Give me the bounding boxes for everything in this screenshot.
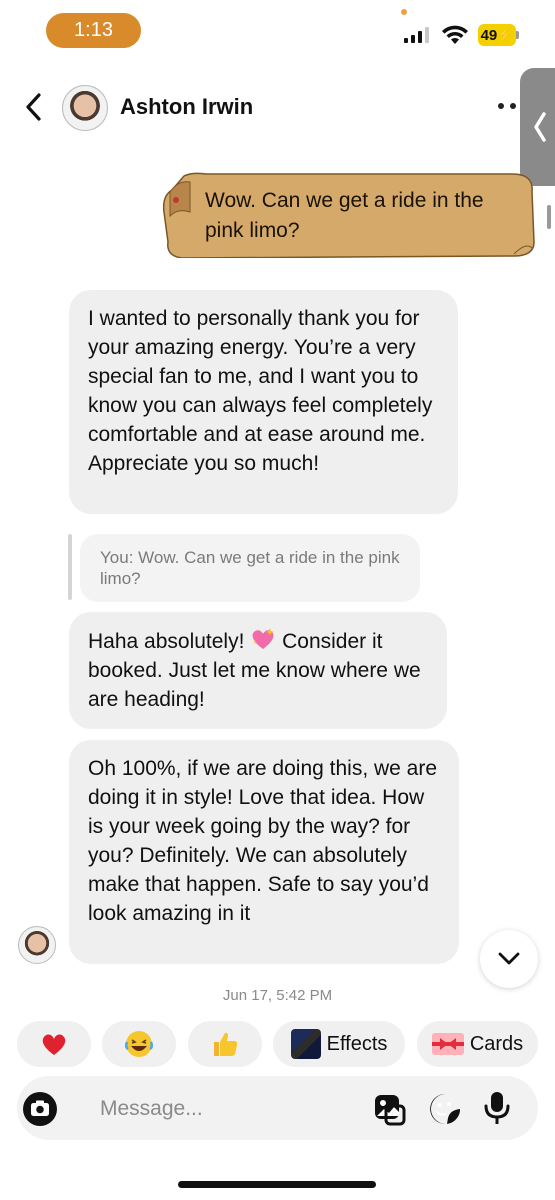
gallery-icon[interactable] [372,1092,406,1126]
more-options-icon[interactable] [498,103,516,109]
privacy-indicator [401,9,407,15]
reply-quote-text: You: Wow. Can we get a ride in the pink … [100,548,400,588]
wifi-icon [442,25,468,44]
received-message-bubble[interactable]: I wanted to personally thank you for you… [69,290,458,514]
thumbs-up-emoji-icon [214,1032,238,1056]
received-message-text: I wanted to personally thank you for you… [88,307,433,475]
reply-quote[interactable]: You: Wow. Can we get a ride in the pink … [80,534,420,602]
chevron-left-icon [26,93,41,121]
received-message-text: Haha absolutely! [88,630,251,653]
card-ribbon-icon [431,1033,464,1055]
scroll-to-bottom-button[interactable] [480,930,538,988]
sticker-icon[interactable] [428,1092,462,1126]
cards-label: Cards [469,1032,524,1055]
cards-button[interactable]: Cards [417,1021,538,1067]
chevron-down-icon [498,952,520,965]
scroll-indicator[interactable] [547,205,551,229]
charging-bolt-icon: ⚡ [497,27,514,42]
cellular-signal-icon [404,27,429,43]
effects-thumbnail-icon [290,1029,321,1059]
heart-emoji-icon [42,1034,66,1055]
effects-button[interactable]: Effects [273,1021,405,1067]
reply-indicator-bar [68,534,72,600]
received-message-bubble[interactable]: Haha absolutely! Consider it booked. Jus… [69,612,447,729]
received-message-text: Oh 100%, if we are doing this, we are do… [88,757,438,925]
quick-reaction-heart[interactable] [17,1021,91,1067]
camera-icon[interactable] [23,1092,57,1126]
back-button[interactable] [18,90,48,124]
message-input[interactable] [100,1092,340,1126]
battery-nub [516,31,519,39]
effects-label: Effects [326,1032,388,1055]
sender-avatar[interactable] [18,926,56,964]
sent-message-text: Wow. Can we get a ride in the pink limo? [205,189,484,242]
received-message-bubble[interactable]: Oh 100%, if we are doing this, we are do… [69,740,459,964]
quick-reaction-laugh[interactable] [102,1021,176,1067]
home-indicator [178,1181,376,1188]
contact-avatar[interactable] [62,85,108,131]
side-panel-handle[interactable] [520,68,555,186]
battery-level: 49 [480,26,498,44]
status-time: 1:13 [46,13,141,48]
quick-reaction-thumbs-up[interactable] [188,1021,262,1067]
microphone-icon[interactable] [483,1090,511,1126]
contact-name[interactable]: Ashton Irwin [120,94,253,120]
battery-icon: 49 ⚡ [478,24,516,46]
sparkling-heart-emoji-icon [252,628,275,649]
laughing-emoji-icon [124,1031,154,1057]
chevron-left-icon [534,112,546,142]
message-timestamp: Jun 17, 5:42 PM [222,987,333,1003]
